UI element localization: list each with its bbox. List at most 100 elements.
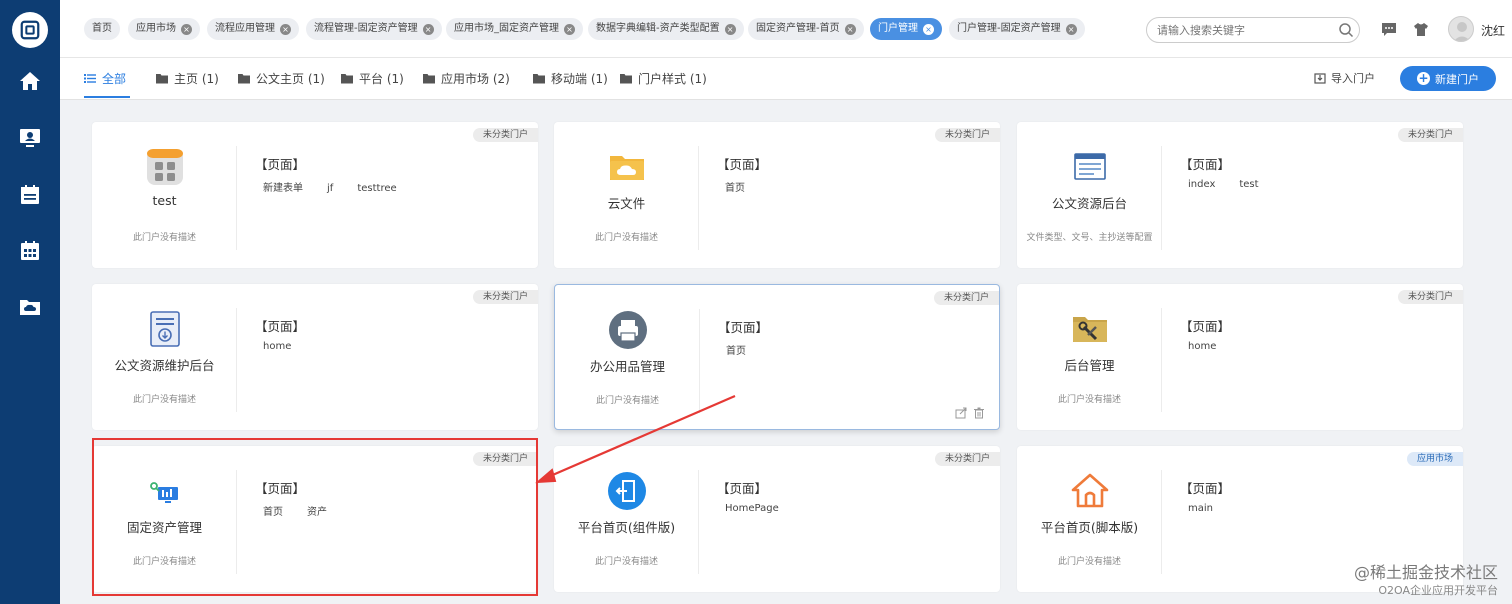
folder-icon: [341, 74, 353, 84]
page-list: 首页: [726, 342, 770, 357]
card-actions: [955, 407, 985, 419]
portal-card[interactable]: 未分类门户 公文资源维护后台 此门户没有描述 【页面】 home: [92, 284, 538, 430]
folder-icon: [423, 74, 435, 84]
pages-heading: 【页面】: [1180, 319, 1231, 334]
search-icon[interactable]: [1338, 22, 1354, 38]
tab-item[interactable]: 应用市场_固定资产管理 ×: [446, 18, 583, 40]
portal-name: test: [152, 193, 177, 208]
tab-close-icon[interactable]: ×: [181, 23, 192, 35]
page-link[interactable]: index: [1188, 179, 1215, 190]
page-link[interactable]: jf: [327, 183, 333, 194]
portal-card[interactable]: 未分类门户 云文件 此门户没有描述 【页面】 首页: [554, 122, 1000, 268]
username[interactable]: 沈红: [1481, 22, 1505, 39]
asset-monitor-icon: [145, 471, 185, 511]
portal-info: 公文资源后台 文件类型、文号、主抄送等配置: [1017, 122, 1162, 268]
portal-info: 平台首页(脚本版) 此门户没有描述: [1017, 446, 1162, 592]
portal-info: 办公用品管理 此门户没有描述: [555, 285, 700, 431]
page-list: index test: [1188, 179, 1283, 190]
portal-name: 云文件: [607, 196, 646, 211]
folder-icon: [238, 74, 250, 84]
tab-label: 应用市场_固定资产管理: [454, 23, 559, 34]
page-link[interactable]: 资产: [307, 507, 327, 518]
tab-item[interactable]: 首页: [84, 18, 120, 40]
divider: [236, 470, 237, 574]
page-link[interactable]: home: [263, 341, 291, 352]
delete-icon[interactable]: [973, 407, 985, 419]
exit-door-icon: [607, 471, 647, 511]
folder-icon: [620, 74, 632, 84]
divider: [698, 470, 699, 574]
search-input[interactable]: [1146, 17, 1360, 43]
page-link[interactable]: 新建表单: [263, 183, 303, 194]
watermark: @稀土掘金技术社区 O2OA企业应用开发平台: [1354, 564, 1498, 600]
tab-close-icon[interactable]: ×: [422, 23, 434, 35]
import-portal-button[interactable]: 导入门户: [1314, 70, 1375, 86]
tab-item[interactable]: 流程管理-固定资产管理 ×: [306, 18, 442, 40]
page-link[interactable]: 首页: [263, 507, 283, 518]
category-label: 移动端 (1): [551, 72, 608, 86]
category-item[interactable]: 全部: [84, 70, 126, 87]
house-icon: [1070, 471, 1110, 511]
portal-card[interactable]: 未分类门户 平台首页(组件版) 此门户没有描述 【页面】 HomePage: [554, 446, 1000, 592]
portal-description: 此门户没有描述: [595, 396, 659, 406]
portal-card[interactable]: 未分类门户 test 此门户没有描述 【页面】 新建表单 jf testtree: [92, 122, 538, 268]
tab-item[interactable]: 门户管理-固定资产管理 ×: [949, 18, 1085, 40]
category-item[interactable]: 公文主页 (1): [238, 70, 325, 87]
portal-card[interactable]: 未分类门户 办公用品管理 此门户没有描述 【页面】 首页: [554, 284, 1000, 430]
page-link[interactable]: home: [1188, 341, 1216, 352]
tab-item[interactable]: 门户管理 ×: [870, 18, 942, 40]
pages-heading: 【页面】: [717, 157, 768, 172]
portal-info: test 此门户没有描述: [92, 122, 237, 268]
category-badge: 未分类门户: [1397, 290, 1463, 304]
calendar-icon[interactable]: [15, 236, 45, 266]
user-screen-icon[interactable]: [15, 123, 45, 153]
page-link[interactable]: HomePage: [725, 503, 779, 514]
category-item[interactable]: 门户样式 (1): [620, 70, 707, 87]
page-link[interactable]: main: [1188, 503, 1213, 514]
tab-close-icon[interactable]: ×: [564, 23, 575, 35]
portal-name: 平台首页(脚本版): [1040, 520, 1139, 535]
page-list: HomePage: [725, 503, 803, 514]
portal-card[interactable]: 未分类门户 后台管理 此门户没有描述 【页面】 home: [1017, 284, 1463, 430]
new-portal-button[interactable]: + 新建门户: [1400, 66, 1496, 91]
top-bar: 首页 应用市场 × 流程应用管理 × 流程管理-固定资产管理 × 应用市场_固定资产管理 × 数据…: [60, 0, 1512, 58]
tab-item[interactable]: 流程应用管理 ×: [207, 18, 299, 40]
page-link[interactable]: 首页: [726, 346, 746, 357]
portal-description: 此门户没有描述: [132, 395, 196, 405]
skin-icon[interactable]: [1412, 20, 1430, 38]
tab-close-icon[interactable]: ×: [1065, 23, 1077, 35]
portal-card[interactable]: 未分类门户 公文资源后台 文件类型、文号、主抄送等配置 【页面】 index test: [1017, 122, 1463, 268]
category-item[interactable]: 平台 (1): [341, 70, 404, 87]
portal-description: 此门户没有描述: [594, 233, 658, 243]
left-nav: [0, 0, 60, 604]
pages-heading: 【页面】: [1180, 157, 1231, 172]
cloud-folder-nav-icon[interactable]: [15, 292, 45, 322]
category-item[interactable]: 应用市场 (2): [423, 70, 510, 87]
page-link[interactable]: testtree: [357, 183, 396, 194]
watermark-line1: @稀土掘金技术社区: [1353, 563, 1498, 582]
tab-close-icon[interactable]: ×: [280, 23, 291, 35]
portal-info: 后台管理 此门户没有描述: [1017, 284, 1162, 430]
tab-close-icon[interactable]: ×: [923, 23, 934, 35]
category-item[interactable]: 移动端 (1): [533, 70, 608, 87]
page-link[interactable]: test: [1239, 179, 1258, 190]
divider: [698, 146, 699, 250]
tab-close-icon[interactable]: ×: [844, 23, 856, 35]
tab-close-icon[interactable]: ×: [724, 23, 736, 35]
tab-item[interactable]: 数据字典编辑-资产类型配置 ×: [588, 18, 744, 40]
portal-card[interactable]: 未分类门户 固定资产管理 此门户没有描述 【页面】 首页 资产: [92, 446, 538, 592]
calendar-list-icon[interactable]: [15, 180, 45, 210]
divider: [236, 146, 237, 250]
app-logo-icon[interactable]: [12, 12, 48, 48]
message-icon[interactable]: [1380, 20, 1398, 38]
portal-description: 此门户没有描述: [132, 557, 196, 567]
tab-item[interactable]: 应用市场 ×: [128, 18, 200, 40]
export-icon[interactable]: [955, 407, 967, 419]
portal-name: 后台管理: [1064, 358, 1115, 373]
category-item[interactable]: 主页 (1): [156, 70, 219, 87]
avatar[interactable]: [1448, 16, 1474, 42]
portal-description: 文件类型、文号、主抄送等配置: [1026, 233, 1153, 243]
home-icon[interactable]: [15, 66, 45, 96]
tab-item[interactable]: 固定资产管理-首页 ×: [748, 18, 864, 40]
page-link[interactable]: 首页: [725, 183, 745, 194]
